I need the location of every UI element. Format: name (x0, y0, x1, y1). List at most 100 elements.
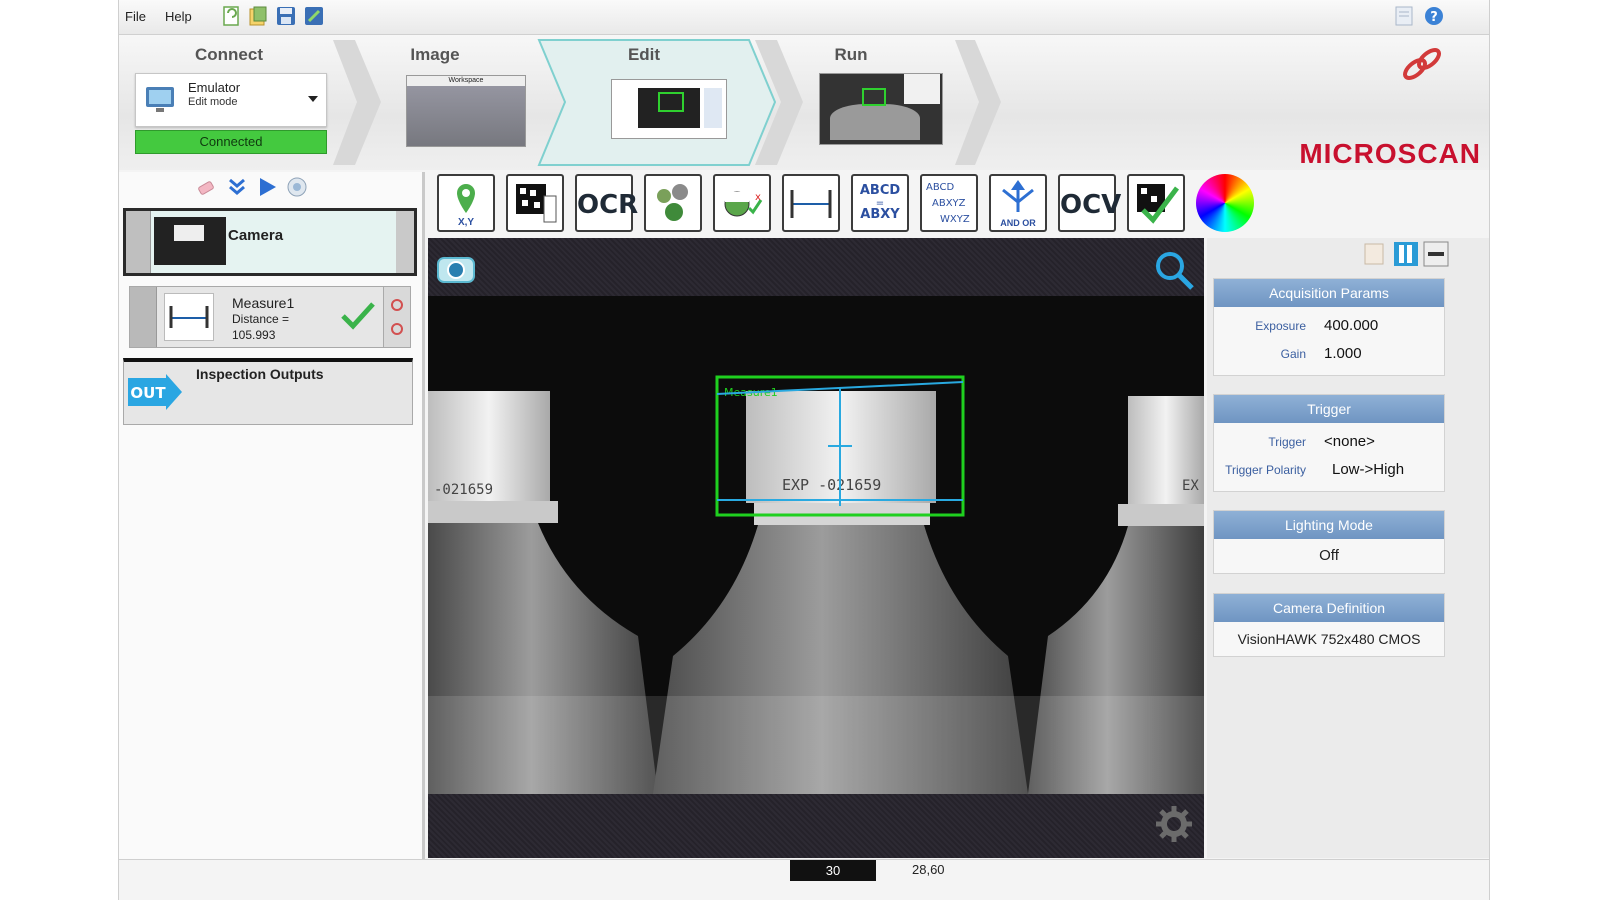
ocv-tool-label: OCV (1060, 190, 1122, 220)
document-icon[interactable] (1394, 6, 1414, 26)
minimize-panel-icon[interactable] (1423, 241, 1449, 267)
run-step-thumbnail[interactable] (819, 73, 943, 145)
verify-tool-button[interactable] (1127, 174, 1185, 232)
acquisition-params-group: Acquisition Params Exposure 400.000 Gain… (1213, 278, 1445, 376)
trigger-header[interactable]: Trigger (1214, 395, 1444, 423)
out-arrow-icon: OUT (128, 374, 182, 410)
open-icon[interactable] (247, 5, 269, 27)
save-as-icon[interactable] (303, 5, 325, 27)
step-run-title[interactable]: Run (791, 45, 911, 65)
ocr-tool-label: OCR (577, 190, 639, 220)
trigger-label: Trigger (1268, 435, 1306, 449)
tool-palette: X,Y OCR x ABCD = ABXY ABCD ABXYZ WXYZ AN… (427, 172, 1489, 236)
right-bottle-text: EX (1182, 478, 1199, 494)
help-icon[interactable]: ? (1424, 6, 1444, 26)
center-bottle-text: EXP -021659 (782, 476, 881, 494)
step-image-title[interactable]: Image (375, 45, 495, 65)
camera-definition-header[interactable]: Camera Definition (1214, 594, 1444, 622)
trigger-polarity-label: Trigger Polarity (1225, 463, 1306, 477)
step-connect-title[interactable]: Connect (159, 45, 299, 65)
step-edit-title[interactable]: Edit (584, 45, 704, 65)
measure-tool-button[interactable] (782, 174, 840, 232)
app-window: File Help ? Connect Image Edit Run Emula… (118, 0, 1490, 900)
inspection-panel: Camera Measure1 Distance = 105.993 OUT I… (119, 172, 425, 860)
svg-text:ABCD: ABCD (860, 183, 901, 198)
camera-step-card[interactable]: Camera (123, 208, 417, 276)
presence-tool-button[interactable]: x (713, 174, 771, 232)
logic-tool-button[interactable]: AND OR (989, 174, 1047, 232)
color-tool-button[interactable] (1196, 174, 1254, 232)
color-wheel-icon (1196, 174, 1254, 232)
globe-icon[interactable] (286, 176, 308, 198)
trigger-row[interactable]: Trigger <none> (1214, 429, 1444, 457)
svg-text:x: x (755, 192, 761, 203)
measure-tool-card[interactable]: Measure1 Distance = 105.993 (129, 286, 411, 348)
locate-tool-button[interactable]: X,Y (437, 174, 495, 232)
play-icon[interactable] (256, 176, 278, 198)
link-icon[interactable] (1399, 45, 1445, 85)
gain-value[interactable]: 1.000 (1324, 345, 1362, 362)
new-icon[interactable] (221, 5, 243, 27)
locate-tool-label: X,Y (457, 217, 475, 228)
camera-image[interactable]: -021659 EXP -021659 EX Measure1 (428, 296, 1204, 794)
left-bottle-text: -021659 (434, 482, 493, 498)
blob-tool-button[interactable] (644, 174, 702, 232)
save-icon[interactable] (275, 5, 297, 27)
properties-icon[interactable] (1363, 242, 1387, 266)
menu-help[interactable]: Help (165, 9, 192, 24)
svg-text:ABCD: ABCD (926, 182, 955, 193)
camera-definition-group: Camera Definition VisionHAWK 752x480 CMO… (1213, 593, 1445, 657)
measure-distance-label: Distance = (232, 312, 290, 326)
lighting-mode-header[interactable]: Lighting Mode (1214, 511, 1444, 539)
verify-icon (1137, 184, 1179, 224)
settings-gear-icon[interactable] (1154, 804, 1194, 844)
text-compare-tool-button[interactable]: ABCD ABXYZ WXYZ (920, 174, 978, 232)
split-view-icon[interactable] (1393, 241, 1419, 267)
svg-text:ABXYZ: ABXYZ (932, 198, 966, 209)
svg-text:ABXY: ABXY (860, 207, 900, 222)
measure-name: Measure1 (232, 295, 295, 311)
trigger-group: Trigger Trigger <none> Trigger Polarity … (1213, 394, 1445, 492)
ocr-tool-button[interactable]: OCR (575, 174, 639, 232)
eraser-icon[interactable] (195, 176, 217, 198)
trigger-polarity-row[interactable]: Trigger Polarity Low->High (1214, 457, 1444, 485)
inspection-outputs-label: Inspection Outputs (196, 366, 324, 382)
camera-icon[interactable] (436, 252, 476, 284)
monitor-icon (146, 87, 174, 112)
inspection-outputs-card[interactable]: OUT Inspection Outputs (123, 358, 413, 425)
gain-row[interactable]: Gain 1.000 (1214, 341, 1444, 369)
out-badge-text: OUT (130, 384, 166, 402)
presence-icon: x (724, 191, 763, 217)
trigger-value[interactable]: <none> (1324, 433, 1375, 450)
trigger-polarity-value[interactable]: Low->High (1332, 461, 1404, 478)
expand-all-icon[interactable] (226, 176, 248, 198)
blob-icon (657, 184, 688, 221)
camera-label: Camera (228, 227, 284, 244)
chevron-down-icon (308, 96, 318, 102)
workflow-bar: Connect Image Edit Run Emulator Edit mod… (119, 35, 1489, 170)
menu-file[interactable]: File (125, 9, 146, 24)
connection-status: Connected (135, 130, 327, 154)
exposure-row[interactable]: Exposure 400.000 (1214, 313, 1444, 341)
device-name: Emulator (188, 80, 241, 95)
datamatrix-tool-button[interactable] (506, 174, 564, 232)
ocv-tool-button[interactable]: OCV (1058, 174, 1122, 232)
edit-step-thumbnail[interactable] (611, 79, 727, 139)
acquisition-params-header[interactable]: Acquisition Params (1214, 279, 1444, 307)
parameters-panel: Acquisition Params Exposure 400.000 Gain… (1207, 238, 1489, 858)
pass-check-icon (341, 302, 375, 330)
device-selector[interactable]: Emulator Edit mode (135, 73, 327, 127)
lighting-mode-value[interactable]: Off (1214, 539, 1444, 573)
zoom-search-icon[interactable] (1152, 248, 1196, 292)
gain-label: Gain (1280, 347, 1306, 361)
string-match-icon: ABCD = ABXY (860, 183, 901, 222)
link-small-icon[interactable] (384, 287, 410, 347)
image-step-thumbnail[interactable]: Workspace (406, 75, 526, 147)
exposure-value[interactable]: 400.000 (1324, 317, 1378, 334)
string-match-tool-button[interactable]: ABCD = ABXY (851, 174, 909, 232)
status-bar: 30 28,60 (119, 859, 1489, 900)
datamatrix-icon (516, 184, 557, 223)
device-mode: Edit mode (188, 96, 238, 108)
text-compare-icon: ABCD ABXYZ WXYZ (926, 182, 970, 225)
cursor-coordinates: 28,60 (912, 862, 945, 877)
